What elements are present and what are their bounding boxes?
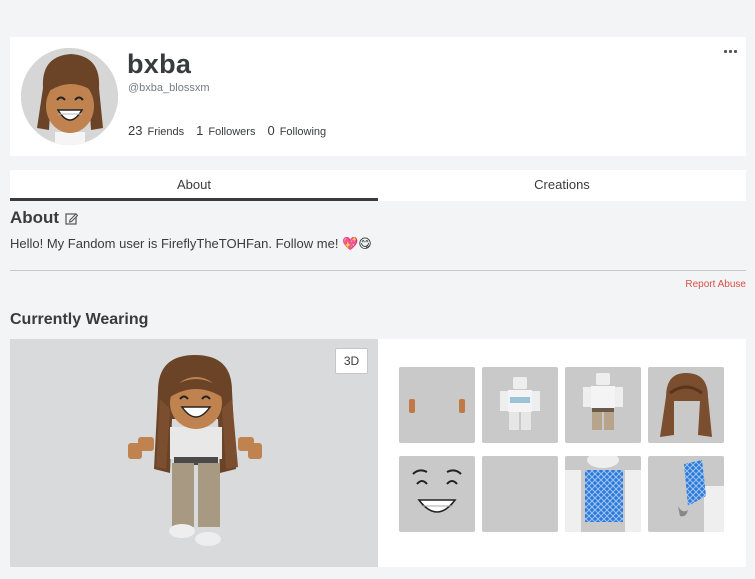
about-section-title: About: [10, 208, 79, 228]
wearing-item-mesh-top[interactable]: [565, 456, 641, 532]
avatar-headshot-icon: [21, 48, 118, 145]
section-divider: [10, 270, 746, 271]
followers-count: 1: [196, 123, 204, 138]
profile-tabs: About Creations: [10, 170, 746, 201]
avatar[interactable]: [21, 48, 118, 145]
about-bio: Hello! My Fandom user is FireflyTheTOHFa…: [10, 236, 372, 251]
avatar-full-body-icon: [128, 355, 262, 546]
wearing-item-shirt[interactable]: [482, 367, 558, 443]
profile-stats: 23 Friends 1 Followers 0 Following: [128, 123, 338, 138]
shirt-white-icon: [500, 377, 540, 430]
hair-brown-icon: [660, 373, 712, 437]
report-abuse-link[interactable]: Report Abuse: [685, 279, 746, 290]
following-stat[interactable]: 0 Following: [267, 123, 326, 138]
wearing-item-face[interactable]: [399, 456, 475, 532]
about-heading: About: [10, 208, 60, 227]
pants-beige-icon: [583, 373, 623, 430]
following-label: Following: [279, 126, 327, 138]
wearing-item-sleeve[interactable]: [648, 456, 724, 532]
wearing-item-empty[interactable]: [482, 456, 558, 532]
more-options-icon[interactable]: [722, 45, 738, 57]
followers-stat[interactable]: 1 Followers: [196, 123, 255, 138]
blue-sleeve-icon: [678, 460, 724, 532]
wearing-item-hair[interactable]: [648, 367, 724, 443]
view-3d-button[interactable]: 3D: [335, 348, 368, 374]
hands-icon: [409, 399, 465, 413]
tab-about[interactable]: About: [10, 170, 378, 201]
avatar-viewer[interactable]: 3D: [10, 339, 378, 567]
empty-item-icon: [482, 456, 558, 532]
friends-count: 23: [128, 123, 143, 138]
blue-mesh-top-icon: [565, 456, 641, 532]
display-name: bxba: [127, 49, 192, 79]
wearing-item-hands[interactable]: [399, 367, 475, 443]
face-smile-icon: [412, 469, 462, 513]
wearing-item-pants[interactable]: [565, 367, 641, 443]
friends-label: Friends: [147, 126, 185, 138]
followers-label: Followers: [208, 126, 256, 138]
username-handle: @bxba_blossxm: [128, 82, 210, 94]
friends-stat[interactable]: 23 Friends: [128, 123, 184, 138]
tab-creations[interactable]: Creations: [378, 170, 746, 201]
wearing-items-panel: [378, 339, 746, 567]
profile-header: bxba @bxba_blossxm 23 Friends 1 Follower…: [10, 37, 746, 156]
currently-wearing-title: Currently Wearing: [10, 311, 149, 328]
following-count: 0: [267, 123, 275, 138]
edit-icon[interactable]: [65, 212, 79, 225]
